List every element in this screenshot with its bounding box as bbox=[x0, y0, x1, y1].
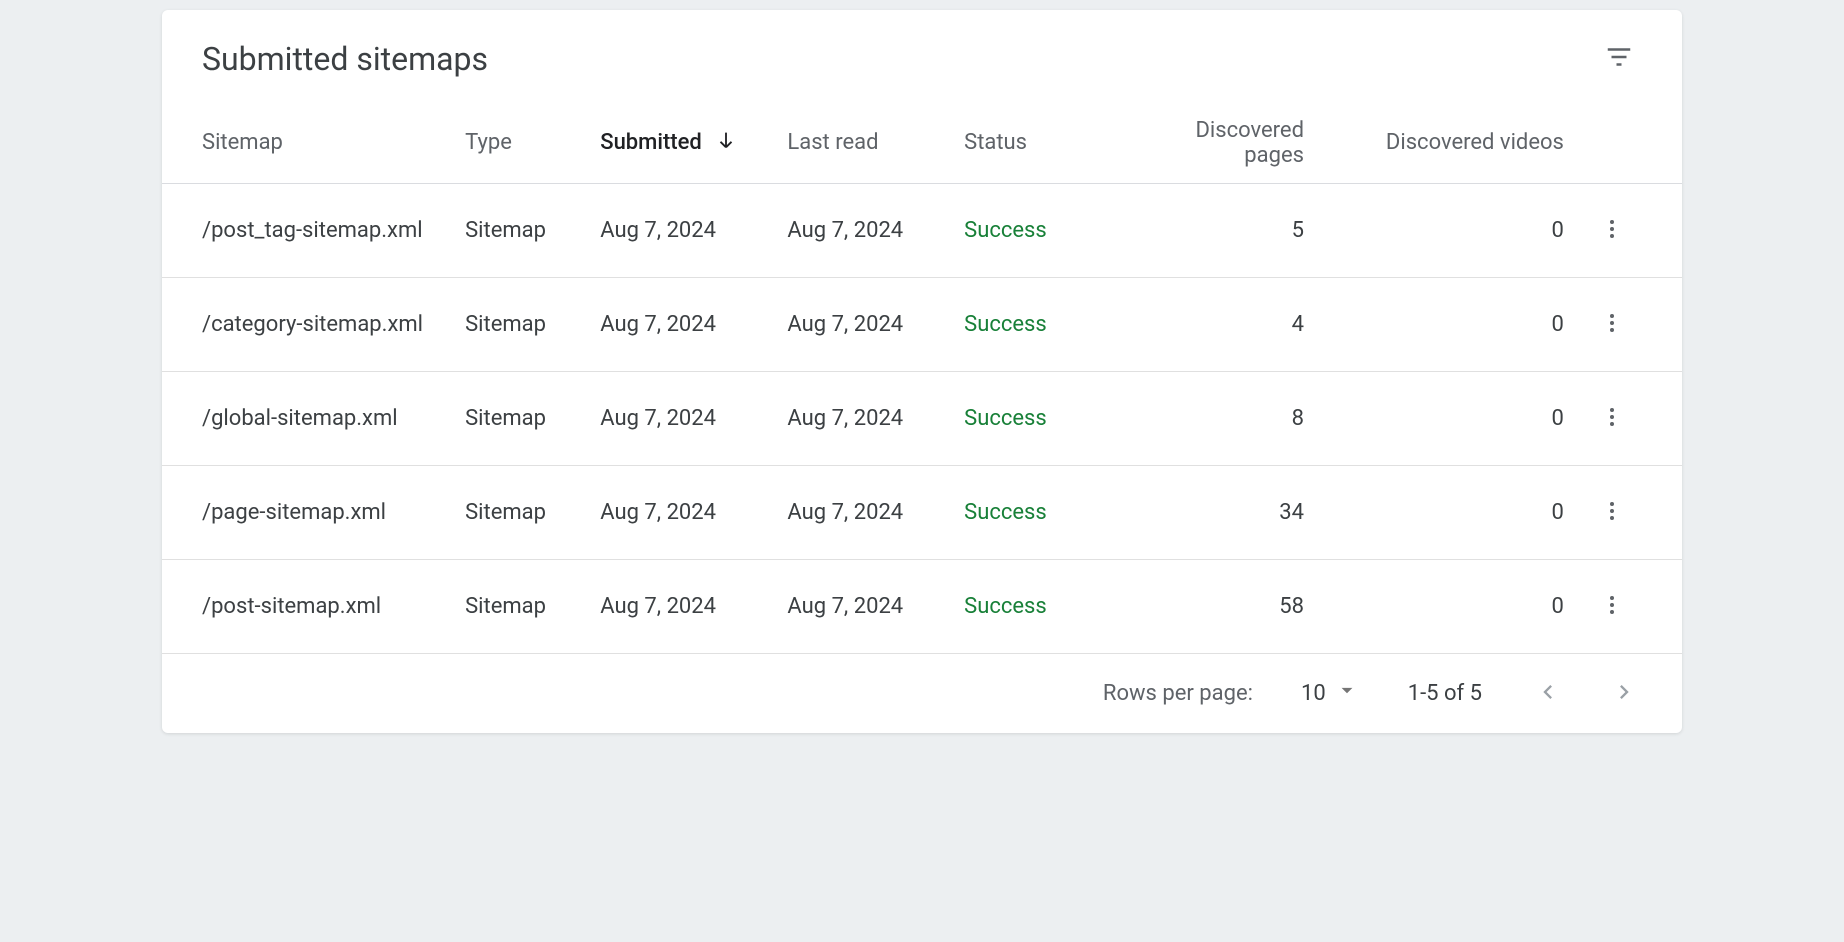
table-header-row: Sitemap Type Submitted Last read Status … bbox=[162, 103, 1682, 183]
cell-type: Sitemap bbox=[453, 183, 588, 277]
next-page-button[interactable] bbox=[1606, 674, 1642, 713]
table-row[interactable]: /post_tag-sitemap.xml Sitemap Aug 7, 202… bbox=[162, 183, 1682, 277]
cell-discovered-pages: 4 bbox=[1150, 277, 1316, 371]
row-actions-button[interactable] bbox=[1592, 209, 1632, 252]
sitemap-table: Sitemap Type Submitted Last read Status … bbox=[162, 103, 1682, 654]
pagination-nav bbox=[1530, 674, 1642, 713]
cell-sitemap: /post-sitemap.xml bbox=[162, 559, 453, 653]
cell-last-read: Aug 7, 2024 bbox=[775, 465, 952, 559]
cell-sitemap: /page-sitemap.xml bbox=[162, 465, 453, 559]
kebab-icon bbox=[1600, 511, 1624, 526]
filter-icon bbox=[1604, 60, 1634, 75]
chevron-left-icon bbox=[1534, 694, 1562, 709]
cell-submitted: Aug 7, 2024 bbox=[588, 559, 775, 653]
kebab-icon bbox=[1600, 417, 1624, 432]
cell-actions bbox=[1576, 371, 1682, 465]
cell-last-read: Aug 7, 2024 bbox=[775, 371, 952, 465]
cell-status: Success bbox=[952, 277, 1150, 371]
dropdown-icon bbox=[1334, 677, 1360, 709]
cell-actions bbox=[1576, 559, 1682, 653]
cell-status: Success bbox=[952, 465, 1150, 559]
cell-actions bbox=[1576, 465, 1682, 559]
page-range: 1-5 of 5 bbox=[1408, 681, 1482, 706]
col-header-type[interactable]: Type bbox=[453, 103, 588, 183]
cell-submitted: Aug 7, 2024 bbox=[588, 371, 775, 465]
cell-discovered-videos: 0 bbox=[1316, 465, 1576, 559]
table-row[interactable]: /category-sitemap.xml Sitemap Aug 7, 202… bbox=[162, 277, 1682, 371]
rows-per-page-value: 10 bbox=[1301, 681, 1326, 706]
col-header-last-read[interactable]: Last read bbox=[775, 103, 952, 183]
cell-last-read: Aug 7, 2024 bbox=[775, 183, 952, 277]
cell-status: Success bbox=[952, 559, 1150, 653]
row-actions-button[interactable] bbox=[1592, 585, 1632, 628]
rows-per-page-select[interactable]: 10 bbox=[1301, 677, 1360, 709]
filter-button[interactable] bbox=[1596, 34, 1642, 83]
table-row[interactable]: /page-sitemap.xml Sitemap Aug 7, 2024 Au… bbox=[162, 465, 1682, 559]
cell-actions bbox=[1576, 183, 1682, 277]
cell-submitted: Aug 7, 2024 bbox=[588, 277, 775, 371]
cell-discovered-videos: 0 bbox=[1316, 277, 1576, 371]
table-row[interactable]: /post-sitemap.xml Sitemap Aug 7, 2024 Au… bbox=[162, 559, 1682, 653]
cell-sitemap: /post_tag-sitemap.xml bbox=[162, 183, 453, 277]
col-header-submitted[interactable]: Submitted bbox=[588, 103, 775, 183]
chevron-right-icon bbox=[1610, 694, 1638, 709]
cell-submitted: Aug 7, 2024 bbox=[588, 183, 775, 277]
cell-last-read: Aug 7, 2024 bbox=[775, 277, 952, 371]
cell-discovered-pages: 5 bbox=[1150, 183, 1316, 277]
cell-type: Sitemap bbox=[453, 277, 588, 371]
row-actions-button[interactable] bbox=[1592, 491, 1632, 534]
cell-discovered-pages: 58 bbox=[1150, 559, 1316, 653]
rows-per-page-label: Rows per page: bbox=[1103, 681, 1253, 706]
row-actions-button[interactable] bbox=[1592, 303, 1632, 346]
cell-type: Sitemap bbox=[453, 465, 588, 559]
cell-discovered-pages: 8 bbox=[1150, 371, 1316, 465]
cell-last-read: Aug 7, 2024 bbox=[775, 559, 952, 653]
cell-status: Success bbox=[952, 371, 1150, 465]
col-header-actions bbox=[1576, 103, 1682, 183]
cell-discovered-videos: 0 bbox=[1316, 183, 1576, 277]
kebab-icon bbox=[1600, 605, 1624, 620]
sitemaps-card: Submitted sitemaps Sitemap Type Submitte… bbox=[162, 10, 1682, 733]
cell-status: Success bbox=[952, 183, 1150, 277]
cell-type: Sitemap bbox=[453, 559, 588, 653]
kebab-icon bbox=[1600, 229, 1624, 244]
table-row[interactable]: /global-sitemap.xml Sitemap Aug 7, 2024 … bbox=[162, 371, 1682, 465]
card-header: Submitted sitemaps bbox=[162, 10, 1682, 103]
row-actions-button[interactable] bbox=[1592, 397, 1632, 440]
cell-actions bbox=[1576, 277, 1682, 371]
prev-page-button[interactable] bbox=[1530, 674, 1566, 713]
cell-submitted: Aug 7, 2024 bbox=[588, 465, 775, 559]
cell-discovered-pages: 34 bbox=[1150, 465, 1316, 559]
cell-sitemap: /global-sitemap.xml bbox=[162, 371, 453, 465]
table-footer: Rows per page: 10 1-5 of 5 bbox=[162, 654, 1682, 733]
kebab-icon bbox=[1600, 323, 1624, 338]
cell-discovered-videos: 0 bbox=[1316, 559, 1576, 653]
cell-sitemap: /category-sitemap.xml bbox=[162, 277, 453, 371]
cell-discovered-videos: 0 bbox=[1316, 371, 1576, 465]
arrow-down-icon bbox=[715, 129, 737, 157]
col-header-sitemap[interactable]: Sitemap bbox=[162, 103, 453, 183]
col-header-status[interactable]: Status bbox=[952, 103, 1150, 183]
card-title: Submitted sitemaps bbox=[202, 40, 488, 78]
col-header-discovered-pages[interactable]: Discovered pages bbox=[1150, 103, 1316, 183]
col-header-discovered-videos[interactable]: Discovered videos bbox=[1316, 103, 1576, 183]
cell-type: Sitemap bbox=[453, 371, 588, 465]
